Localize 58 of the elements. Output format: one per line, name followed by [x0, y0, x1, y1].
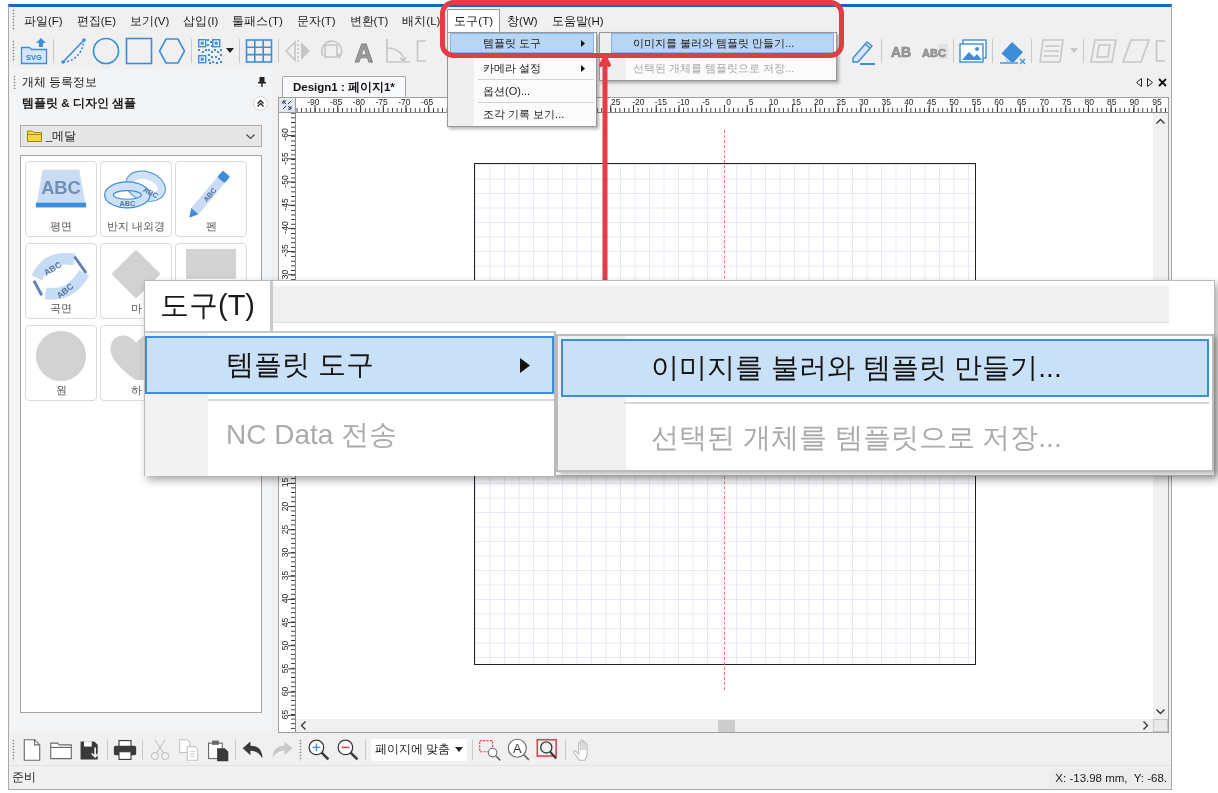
- ruler-label: -80: [352, 98, 365, 109]
- ruler-label: 55: [281, 663, 290, 674]
- ruler-label: 95: [1152, 98, 1162, 109]
- ruler-label: 20: [813, 98, 824, 109]
- ruler-label: -60: [281, 128, 290, 142]
- ruler-label: -15: [654, 98, 667, 109]
- menu-title: 도구(T): [145, 281, 273, 331]
- ruler-label: 30: [859, 98, 869, 109]
- ruler-label: 5: [748, 98, 754, 109]
- ruler-label: 45: [926, 98, 937, 109]
- ruler-label: 20: [281, 501, 290, 511]
- ruler-label: 65: [281, 710, 290, 720]
- cursor-coordinates: X: -13.98 mm, Y: -68.: [1049, 768, 1171, 787]
- ruler-label: -90: [307, 98, 320, 109]
- ruler-label: 30: [281, 547, 290, 558]
- ruler-label: 35: [881, 98, 892, 109]
- ruler-label: 80: [1084, 98, 1094, 109]
- ruler-label: -35: [281, 244, 290, 258]
- zoomed-menu-entry: 선택된 개체를 템플릿으로 저장...: [650, 421, 1063, 455]
- ruler-label: -70: [398, 98, 411, 109]
- panel-title: 개체 등록정보: [22, 74, 98, 90]
- zoomed-menu-entry: 템플릿 도구: [145, 336, 554, 394]
- ruler-label: -50: [281, 175, 290, 188]
- zoomed-menu-entry: NC Data 전송: [225, 418, 399, 452]
- ruler-label: -40: [281, 221, 290, 234]
- ruler-label: 65: [1016, 98, 1027, 109]
- ruler-label: 25: [836, 98, 846, 109]
- ruler-label: 15: [791, 98, 801, 109]
- ruler-label: -20: [632, 98, 645, 109]
- ruler-label: 30: [281, 269, 290, 279]
- ruler-label: 60: [994, 98, 1004, 109]
- ruler-label: 25: [611, 98, 621, 109]
- zoomed-menu-entry: 이미지를 불러와 템플릿 만들기...: [561, 339, 1209, 397]
- ruler-label: -45: [281, 198, 290, 211]
- ruler-label: 90: [1129, 98, 1140, 109]
- section-title: 템플릿 & 디자인 샘플: [22, 95, 136, 111]
- ruler-label: -65: [420, 98, 434, 109]
- ruler-label: 10: [768, 98, 779, 109]
- ruler-label: 60: [281, 686, 290, 697]
- ruler-label: 40: [904, 98, 914, 109]
- ruler-label: 35: [281, 570, 290, 581]
- ruler-label: -85: [329, 98, 343, 109]
- ruler-label: -55: [281, 152, 290, 165]
- ruler-label: 50: [949, 98, 959, 109]
- ruler-label: 15: [281, 478, 290, 488]
- ruler-label: 25: [281, 524, 290, 534]
- ruler-label: 70: [1039, 98, 1049, 109]
- ruler-label: 50: [281, 640, 290, 650]
- ruler-label: -75: [375, 98, 388, 109]
- ruler-label: 75: [1061, 98, 1072, 109]
- ruler-label: 45: [281, 617, 290, 627]
- ruler-label: -5: [702, 98, 710, 109]
- status-message: 준비: [12, 770, 36, 785]
- ruler-label: 55: [971, 98, 982, 109]
- ruler-label: -10: [677, 98, 690, 109]
- ruler-label: 0: [726, 98, 731, 109]
- ruler-label: 40: [281, 594, 290, 604]
- ruler-label: 85: [1107, 98, 1117, 109]
